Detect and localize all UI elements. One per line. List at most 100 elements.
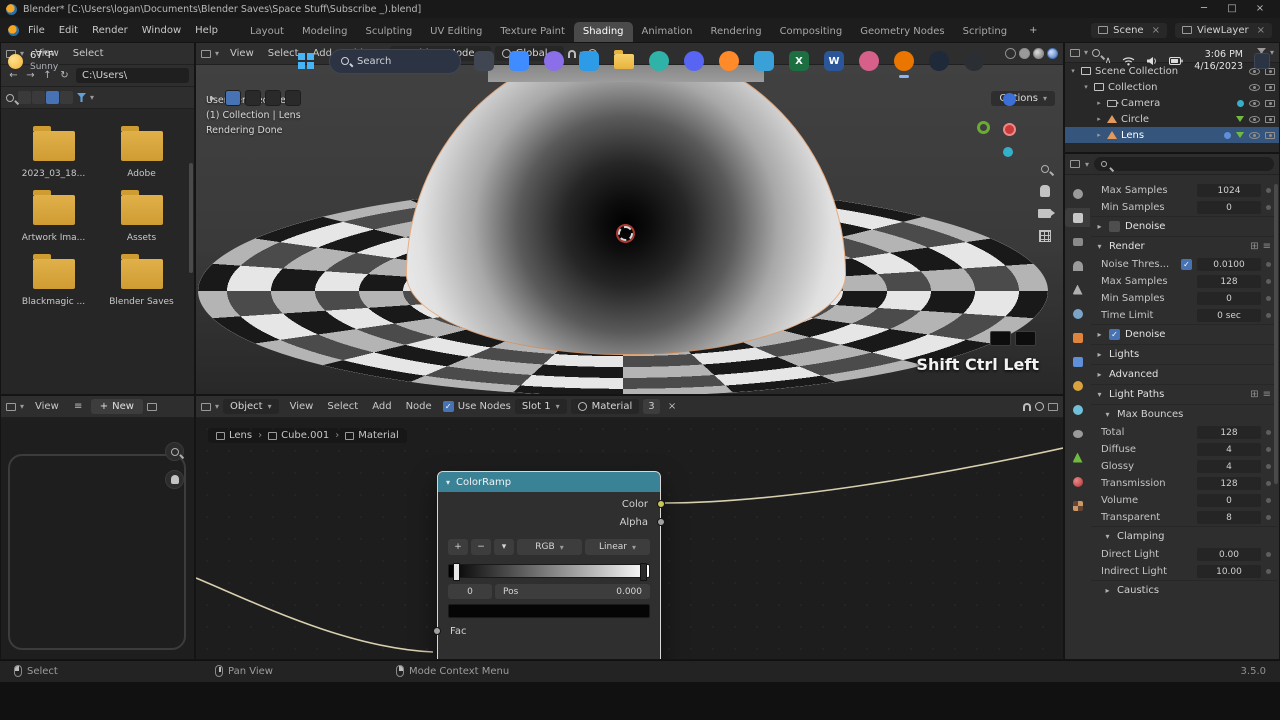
remove-stop-button[interactable]: − [471,539,491,555]
taskbar-icon-steam[interactable] [927,49,951,73]
tray-expand-icon[interactable]: ∧ [1105,56,1112,66]
alpha-output-socket[interactable] [657,518,665,526]
taskbar-icon-widgets[interactable] [507,49,531,73]
render-visibility-icon[interactable] [1265,115,1275,123]
add-workspace-button[interactable]: + [1024,25,1042,36]
display-mode-buttons[interactable] [18,91,73,104]
properties-tab-constraints[interactable] [1065,424,1090,443]
taskbar-icon-mail[interactable] [577,49,601,73]
fac-input-socket[interactable] [433,627,441,635]
animate-decorator-icon[interactable] [1266,279,1271,284]
filter-icon[interactable] [77,93,86,102]
overlays-icon[interactable] [1035,402,1044,411]
property-value-field[interactable]: 0.0100 [1197,258,1261,271]
properties-tab-tool[interactable] [1065,184,1090,203]
animate-decorator-icon[interactable] [1266,481,1271,486]
properties-tab-output[interactable] [1065,232,1090,251]
taskbar-icon-discord[interactable] [682,49,706,73]
breadcrumb-item-material[interactable]: Material [345,430,399,441]
properties-search[interactable] [1094,157,1274,171]
taskbar-icon-obs[interactable] [962,49,986,73]
active-tool-icon[interactable]: ▸ [204,90,221,106]
property-checkbox[interactable]: ✓ [1181,259,1192,270]
workspace-tab-geometry-nodes[interactable]: Geometry Nodes [851,22,953,42]
node-canvas[interactable]: Lens › Cube.001 › Material ▾ ColorRamp Color… [196,418,1063,659]
section-checkbox[interactable]: ✓ [1109,329,1120,340]
animate-decorator-icon[interactable] [1266,498,1271,503]
select-box-tool[interactable] [225,90,241,106]
animate-decorator-icon[interactable] [1266,552,1271,557]
properties-tab-object[interactable] [1065,328,1090,347]
taskbar-search[interactable]: Search [329,48,461,74]
presets-icon[interactable]: ⊞ [1250,241,1258,252]
notification-icon[interactable] [1254,53,1270,69]
battery-icon[interactable] [1169,57,1183,65]
search-icon[interactable] [6,93,14,102]
property-value-field[interactable]: 0 sec [1197,309,1261,322]
property-value-field[interactable]: 10.00 [1197,565,1261,578]
animate-decorator-icon[interactable] [1266,296,1271,301]
editor-type-icon[interactable] [201,402,211,411]
visibility-eye-icon[interactable] [1249,131,1260,139]
workspace-tab-scripting[interactable]: Scripting [954,22,1016,42]
outliner-item-circle[interactable]: ▸ Circle [1065,111,1279,127]
scene-unlink-icon[interactable]: × [1152,25,1160,36]
animate-decorator-icon[interactable] [1266,515,1271,520]
menu-file[interactable]: File [21,23,52,38]
taskbar-icon-file-explorer[interactable] [612,49,636,73]
taskbar-icon-photos[interactable] [752,49,776,73]
blender-icon[interactable] [8,24,19,36]
add-stop-button[interactable]: + [448,539,468,555]
menu-icon[interactable]: ≡ [70,399,87,415]
properties-tab-world[interactable] [1065,304,1090,323]
shader-menu-select[interactable]: Select [320,399,365,414]
shader-menu-node[interactable]: Node [399,399,439,414]
render-visibility-icon[interactable] [1265,83,1275,91]
taskbar-icon-paint[interactable] [857,49,881,73]
material-selector[interactable]: Material [570,399,640,414]
workspace-tab-sculpting[interactable]: Sculpting [356,22,421,42]
shader-type-dropdown[interactable]: Object ▾ [223,399,279,414]
navigation-gizmo[interactable] [977,93,1041,157]
viewlayer-selector[interactable]: ViewLayer × [1174,22,1272,38]
taskbar-icon-firefox[interactable] [717,49,741,73]
presets-icon[interactable]: ⊞ [1250,389,1258,400]
property-value-field[interactable]: 128 [1197,275,1261,288]
stop-position-slider[interactable]: Pos 0.000 [495,584,650,599]
folder-item-artwork-ima[interactable]: Artwork Ima... [10,190,98,243]
clock-widget[interactable]: 3:06 PM 4/16/2023 [1194,49,1243,73]
render-visibility-icon[interactable] [1265,131,1275,139]
folder-item-assets[interactable]: Assets [98,190,186,243]
folder-item-blender-saves[interactable]: Blender Saves [98,254,186,307]
render-visibility-icon[interactable] [1265,99,1275,107]
material-users-count[interactable]: 3 [643,399,660,414]
colorramp-node-header[interactable]: ▾ ColorRamp [438,472,660,492]
property-value-field[interactable]: 8 [1197,511,1261,524]
editor-type-icon[interactable] [1070,160,1080,168]
scene-selector[interactable]: Scene × [1091,22,1167,38]
animate-decorator-icon[interactable] [1266,569,1271,574]
property-value-field[interactable]: 0.00 [1197,548,1261,561]
menu-edit[interactable]: Edit [52,23,85,38]
visibility-eye-icon[interactable] [1249,83,1260,91]
start-button[interactable] [294,49,318,73]
disclosure-icon[interactable]: ▸ [1095,115,1103,123]
workspace-tab-animation[interactable]: Animation [633,22,702,42]
workspace-tab-uv-editing[interactable]: UV Editing [421,22,491,42]
animate-decorator-icon[interactable] [1266,464,1271,469]
file-browser-scrollbar[interactable] [189,163,193,273]
folder-item-adobe[interactable]: Adobe [98,126,186,179]
section-render[interactable]: ▾ Render ⊞ ≡ [1091,236,1277,256]
properties-scrollbar[interactable] [1274,184,1278,484]
breadcrumb-item-lens[interactable]: Lens [216,430,252,441]
properties-tab-texture[interactable] [1065,496,1090,515]
slot-dropdown[interactable]: Slot 1 ▾ [514,399,567,414]
workspace-tab-layout[interactable]: Layout [241,22,293,42]
camera-view-icon[interactable] [1038,209,1055,218]
image-menu-view[interactable]: View [28,399,66,414]
section-light-paths[interactable]: ▾ Light Paths ⊞ ≡ [1091,384,1277,404]
menu-help[interactable]: Help [188,23,225,38]
unlink-material-icon[interactable]: × [664,399,681,415]
animate-decorator-icon[interactable] [1266,447,1271,452]
stop-index-field[interactable]: 0 [448,584,492,599]
